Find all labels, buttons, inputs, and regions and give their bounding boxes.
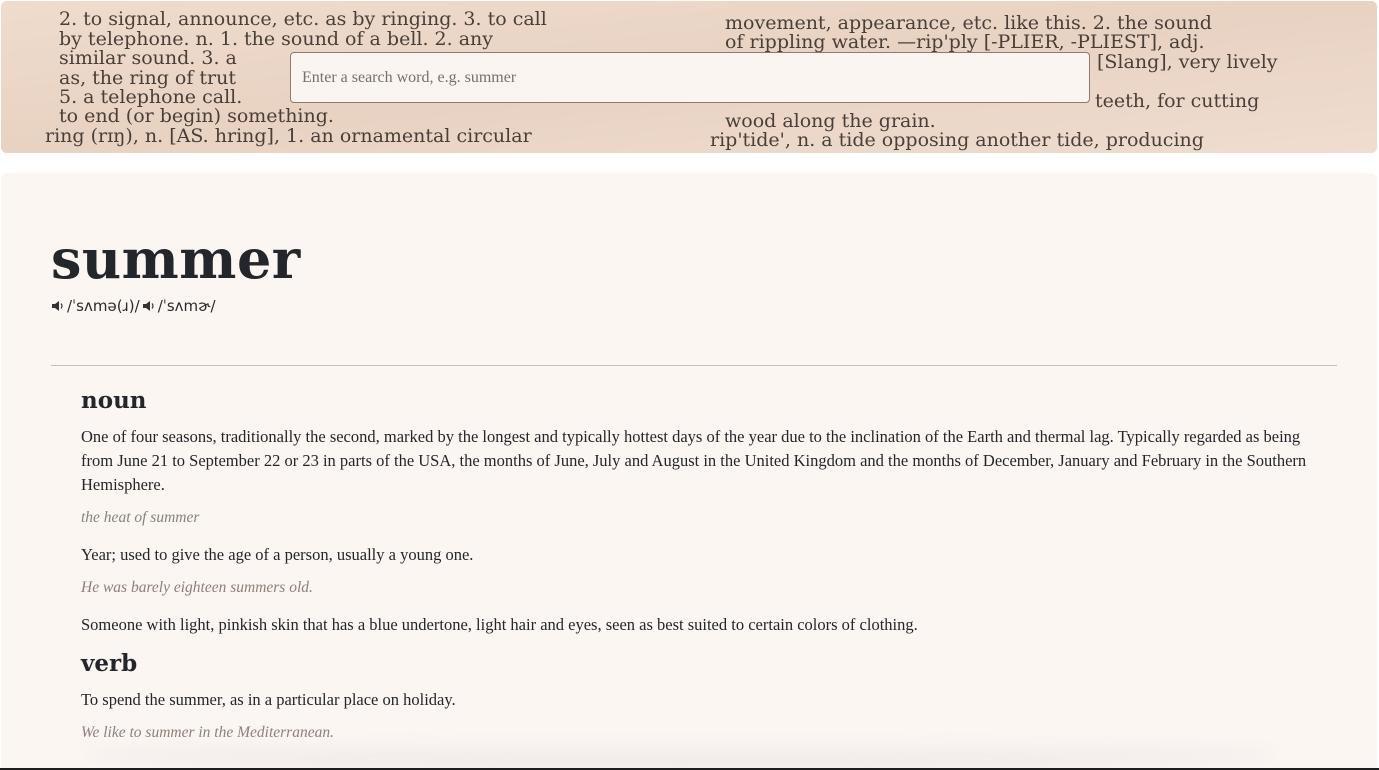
definition-item: Year; used to give the age of a person, … — [81, 543, 1326, 600]
banner-text-line: similar sound. 3. a — [59, 47, 237, 69]
header-banner: 2. to signal, announce, etc. as by ringi… — [1, 1, 1377, 153]
phonetics-row: /ˈsʌmə(ɹ)/ /ˈsʌmɚ/ — [51, 297, 216, 315]
definition-item: One of four seasons, traditionally the s… — [81, 425, 1326, 530]
divider — [51, 365, 1337, 366]
definition-card: summer /ˈsʌmə(ɹ)/ /ˈsʌmɚ/ noun One of fo… — [1, 173, 1377, 770]
example-text: He was barely eighteen summers old. — [81, 579, 313, 596]
speaker-icon[interactable] — [142, 299, 156, 313]
banner-text-line: to end (or begin) something. — [59, 105, 334, 127]
part-of-speech: verb — [81, 650, 138, 677]
banner-text-line: rip'tide', n. a tide opposing another ti… — [710, 129, 1204, 151]
definition-text: To spend the summer, as in a particular … — [81, 690, 456, 709]
banner-text-line: [Slang], very lively — [1097, 51, 1278, 73]
scroll-shadow — [80, 738, 1280, 770]
speaker-icon[interactable] — [51, 299, 65, 313]
phonetic-text: /ˈsʌmə(ɹ)/ — [67, 297, 140, 315]
word-title: summer — [51, 227, 301, 291]
search-input[interactable] — [290, 52, 1090, 103]
example-text: the heat of summer — [81, 509, 200, 526]
banner-text-line: teeth, for cutting — [1095, 90, 1259, 112]
phonetic-text: /ˈsʌmɚ/ — [157, 297, 216, 315]
definition-item: To spend the summer, as in a particular … — [81, 688, 1326, 745]
banner-text-line: 2. to signal, announce, etc. as by ringi… — [59, 8, 547, 30]
part-of-speech: noun — [81, 387, 147, 414]
meanings-list: noun One of four seasons, traditionally … — [81, 383, 1326, 758]
definition-text: One of four seasons, traditionally the s… — [81, 427, 1307, 494]
definition-text: Year; used to give the age of a person, … — [81, 545, 474, 564]
banner-text-line: ring (rɪŋ), n. [AS. hring], 1. an orname… — [45, 125, 533, 147]
banner-text-line: of rippling water. —rip'ply [-PLIER, -PL… — [725, 31, 1204, 53]
meaning-verb: verb To spend the summer, as in a partic… — [81, 646, 1326, 745]
meaning-noun: noun One of four seasons, traditionally … — [81, 383, 1326, 637]
definition-text: Someone with light, pinkish skin that ha… — [81, 615, 918, 634]
definition-item: Someone with light, pinkish skin that ha… — [81, 613, 1326, 637]
